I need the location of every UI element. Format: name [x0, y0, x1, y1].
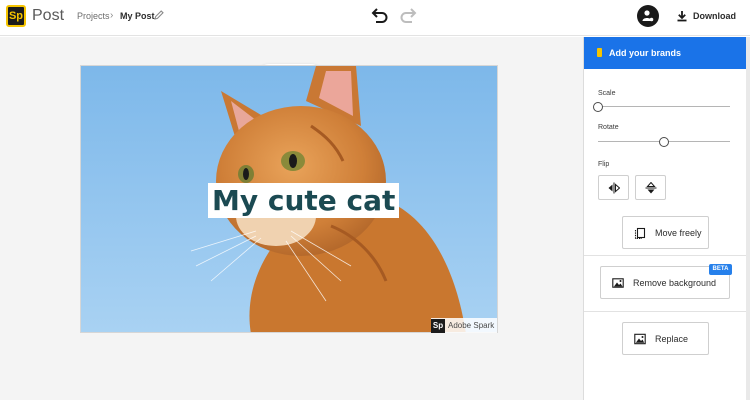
undo-icon[interactable] [369, 7, 389, 25]
add-brands-label: Add your brands [609, 48, 682, 58]
flip-vertical-icon [645, 182, 657, 194]
flip-label: Flip [598, 161, 610, 168]
download-icon [677, 11, 687, 22]
watermark-logo: Sp [431, 318, 445, 333]
rotate-label: Rotate [598, 124, 619, 131]
beta-badge: BETA [709, 264, 732, 275]
watermark-text: Adobe Spark [448, 321, 495, 330]
remove-background-label: Remove background [633, 277, 717, 288]
user-avatar[interactable] [637, 5, 659, 27]
adobe-spark-watermark: Sp Adobe Spark [431, 318, 498, 333]
flip-horizontal-icon [608, 182, 620, 194]
replace-label: Replace [655, 333, 689, 344]
scale-slider[interactable] [593, 102, 730, 112]
panel-scrollbar[interactable] [746, 37, 750, 400]
pencil-icon[interactable] [153, 9, 165, 21]
replace-button[interactable]: Replace [622, 322, 709, 355]
flip-vertical-button[interactable] [635, 175, 666, 200]
brand-icon [597, 48, 602, 57]
section-divider [584, 255, 750, 256]
rotate-slider-thumb[interactable] [659, 137, 669, 147]
rotate-slider[interactable] [598, 137, 730, 147]
scale-slider-track [598, 106, 730, 107]
flip-horizontal-button[interactable] [598, 175, 629, 200]
app-name: Post [32, 7, 65, 24]
add-brands-button[interactable]: Add your brands [584, 37, 750, 69]
app-header: Sp Post Projects › My Post Download [0, 0, 750, 36]
breadcrumb-projects-link[interactable]: Projects [77, 11, 110, 21]
move-freely-icon [634, 227, 646, 239]
project-title[interactable]: My Post [120, 11, 155, 21]
breadcrumb-separator: › [110, 10, 114, 21]
download-label: Download [693, 11, 736, 21]
section-divider [584, 311, 750, 312]
spark-logo[interactable]: Sp [6, 5, 26, 27]
move-freely-button[interactable]: Move freely [622, 216, 709, 249]
scale-label: Scale [598, 90, 616, 97]
download-button[interactable]: Download [676, 6, 736, 26]
user-icon [642, 10, 654, 22]
replace-image-icon [634, 333, 646, 344]
redo-icon [400, 8, 417, 23]
caption-text[interactable]: My cute cat [208, 183, 400, 218]
move-freely-label: Move freely [655, 227, 702, 238]
scale-slider-thumb[interactable] [593, 102, 603, 112]
properties-panel: Add your brands Scale Rotate Flip Move f… [583, 37, 750, 400]
remove-background-icon [612, 277, 624, 288]
